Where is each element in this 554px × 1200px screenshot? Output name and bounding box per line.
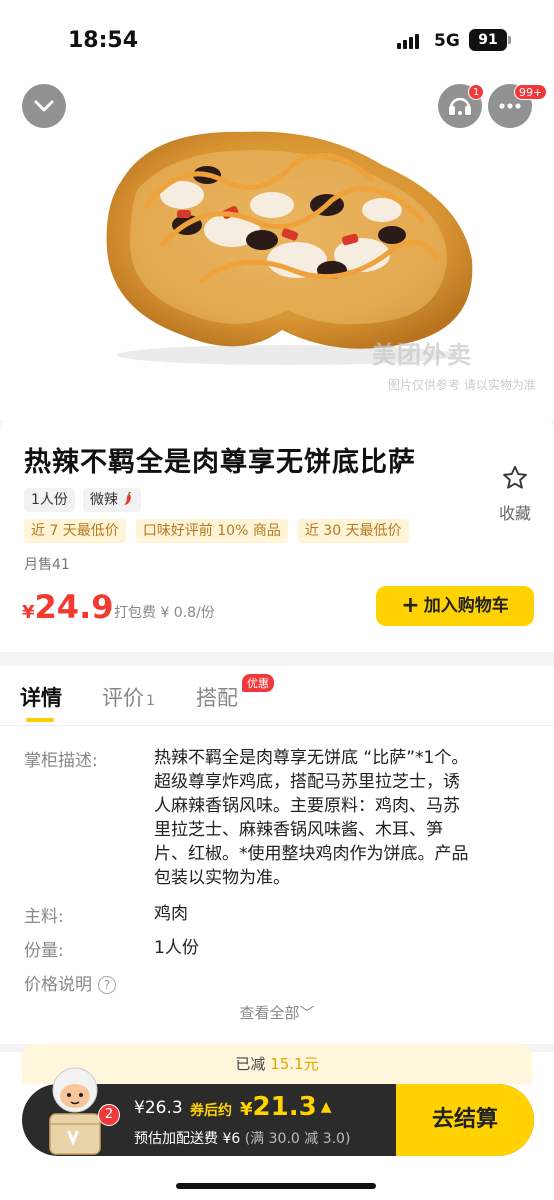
chevron-up-icon: ▲	[320, 1099, 332, 1115]
delivery-fee-discount: (满 30.0 减 3.0)	[244, 1131, 351, 1147]
add-to-cart-button[interactable]: + 加入购物车	[376, 586, 534, 626]
main-ingredient-label: 主料:	[24, 907, 64, 927]
cart-count-badge: 2	[98, 1104, 120, 1126]
chili-icon	[124, 491, 132, 505]
watermark: 美团外卖	[372, 341, 472, 369]
packing-fee: 打包费 ¥ 0.8/份	[114, 605, 215, 621]
plus-icon: +	[401, 593, 420, 618]
signal-icon	[397, 33, 423, 49]
price-value: 24.9	[34, 588, 114, 626]
more-badge: 99+	[514, 84, 548, 100]
description-line: 片、红椒。*使用整块鸡肉作为饼底。产品	[154, 844, 469, 864]
final-total[interactable]: ¥21.3 ▲	[240, 1092, 331, 1122]
spec-portion: 1人份	[24, 488, 75, 512]
discount-amount: 15.1元	[270, 1055, 319, 1073]
description-label: 掌柜描述:	[24, 751, 98, 771]
description-line: 热辣不羁全是肉尊享无饼底 “比萨”*1个。	[154, 748, 469, 768]
delivery-fee: 预估加配送费 ¥6 (满 30.0 减 3.0)	[134, 1128, 350, 1148]
description-line: 超级尊享炸鸡底，搭配马苏里拉芝士，诱	[154, 772, 460, 792]
product-image	[106, 131, 473, 365]
spec-spice-label: 微辣	[89, 492, 118, 508]
price-note-text: 价格说明	[24, 975, 92, 995]
original-total: ¥26.3	[134, 1098, 183, 1118]
tab-details[interactable]: 详情	[20, 682, 62, 712]
star-icon	[503, 465, 527, 489]
product-hero: 18:54 5G 91 1 99+ 美团外卖 图片仅供参考 请以实物为准	[0, 0, 554, 420]
tab-pairing-badge: 优惠	[242, 674, 274, 692]
status-bar: 18:54 5G 91	[0, 0, 554, 80]
detail-card: 详情 评价 1 搭配 优惠 掌柜描述: 热辣不羁全是肉尊享无饼底 “比萨”*1个。…	[0, 666, 554, 1044]
question-icon[interactable]: ?	[98, 976, 116, 994]
discount-prefix: 已减	[235, 1055, 266, 1073]
tab-bar: 详情 评价 1 搭配 优惠	[0, 666, 554, 726]
product-title: 热辣不羁全是肉尊享无饼底比萨	[24, 447, 416, 478]
collapse-button[interactable]	[22, 84, 66, 128]
spec-spice: 微辣	[82, 488, 142, 512]
battery-icon: 91	[469, 29, 511, 51]
monthly-sales: 月售41	[24, 557, 70, 573]
watermark-note: 图片仅供参考 请以实物为准	[388, 378, 536, 392]
spec-row: 1人份 微辣	[24, 488, 142, 512]
after-coupon-label: 券后约	[190, 1103, 232, 1119]
tag-lowest-7d: 近 7 天最低价	[24, 519, 126, 543]
description-line: 里拉芝士、麻辣香锅风味酱、木耳、笋	[154, 820, 443, 840]
tag-top-rated: 口味好评前 10% 商品	[135, 519, 288, 543]
description-line: 包装以实物为准。	[154, 868, 290, 888]
review-count: 1	[146, 693, 155, 709]
main-ingredient-value: 鸡肉	[154, 904, 188, 924]
favorite-button[interactable]: 收藏	[494, 464, 536, 524]
tab-reviews[interactable]: 评价 1	[102, 682, 155, 712]
delivery-fee-text: 预估加配送费 ¥6	[134, 1131, 241, 1147]
product-price: ¥24.9	[22, 588, 113, 626]
checkout-button[interactable]: 去结算	[396, 1084, 534, 1156]
favorite-label: 收藏	[498, 504, 531, 523]
tab-reviews-label: 评价	[102, 686, 144, 710]
home-indicator	[176, 1183, 376, 1189]
description-line: 人麻辣香锅风味。主要原料：鸡肉、马苏	[154, 796, 460, 816]
final-price-value: 21.3	[252, 1092, 317, 1122]
product-card: 热辣不羁全是肉尊享无饼底比萨 收藏 1人份 微辣 近 7 天最低价 口味好评前 …	[0, 412, 554, 652]
final-currency: ¥	[240, 1099, 253, 1120]
see-all-button[interactable]: 查看全部﹀	[0, 1002, 554, 1023]
tag-lowest-30d: 近 30 天最低价	[297, 519, 409, 543]
description-text: 热辣不羁全是肉尊享无饼底 “比萨”*1个。 超级尊享炸鸡底，搭配马苏里拉芝士，诱…	[154, 746, 534, 890]
price-note-label: 价格说明?	[24, 970, 116, 995]
price-currency: ¥	[22, 602, 35, 623]
tab-pairing[interactable]: 搭配	[196, 682, 238, 712]
portion-value: 1人份	[154, 938, 199, 958]
portion-label: 份量:	[24, 941, 64, 961]
tag-row: 近 7 天最低价 口味好评前 10% 商品 近 30 天最低价	[24, 519, 409, 543]
tab-active-indicator	[26, 718, 54, 722]
add-to-cart-label: 加入购物车	[423, 596, 509, 616]
network-type: 5G	[434, 31, 460, 51]
chevron-down-icon	[34, 100, 54, 112]
status-time: 18:54	[68, 28, 139, 53]
